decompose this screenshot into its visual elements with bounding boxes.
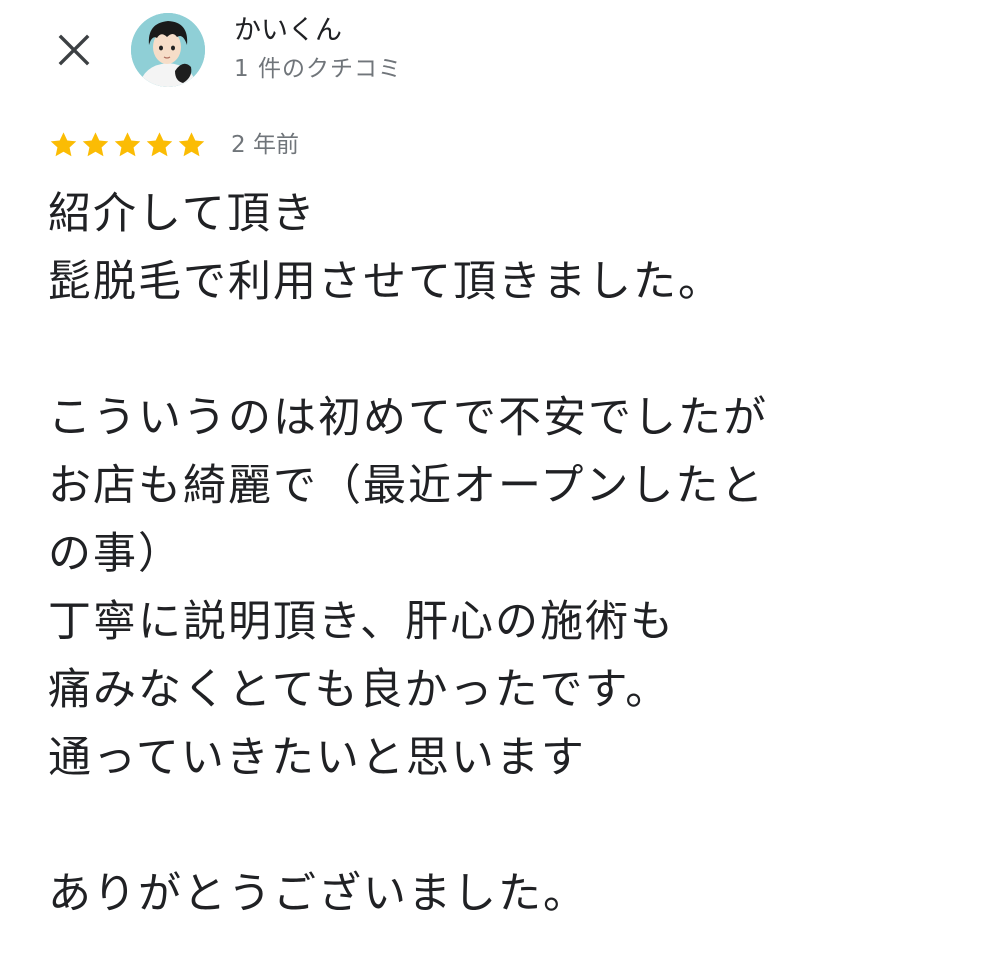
review-header: かいくん 1 件のクチコミ xyxy=(0,0,1000,100)
close-button[interactable] xyxy=(50,26,98,74)
star-icon xyxy=(178,131,205,156)
close-icon xyxy=(58,34,90,66)
star-icon xyxy=(82,131,109,156)
star-icon xyxy=(114,131,141,156)
avatar-image xyxy=(131,13,205,87)
star-icon xyxy=(50,131,77,156)
review-date: 2 年前 xyxy=(231,132,299,158)
author-name[interactable]: かいくん xyxy=(234,14,342,48)
star-icon xyxy=(146,131,173,156)
avatar[interactable] xyxy=(131,13,205,87)
author-review-count: 1 件のクチコミ xyxy=(234,56,402,82)
star-rating xyxy=(48,130,207,161)
rating-row: 2 年前 xyxy=(48,127,299,163)
review-text: 紹介して頂き 髭脱毛で利用させて頂きました。 こういうのは初めてで不安でしたが … xyxy=(48,189,768,919)
